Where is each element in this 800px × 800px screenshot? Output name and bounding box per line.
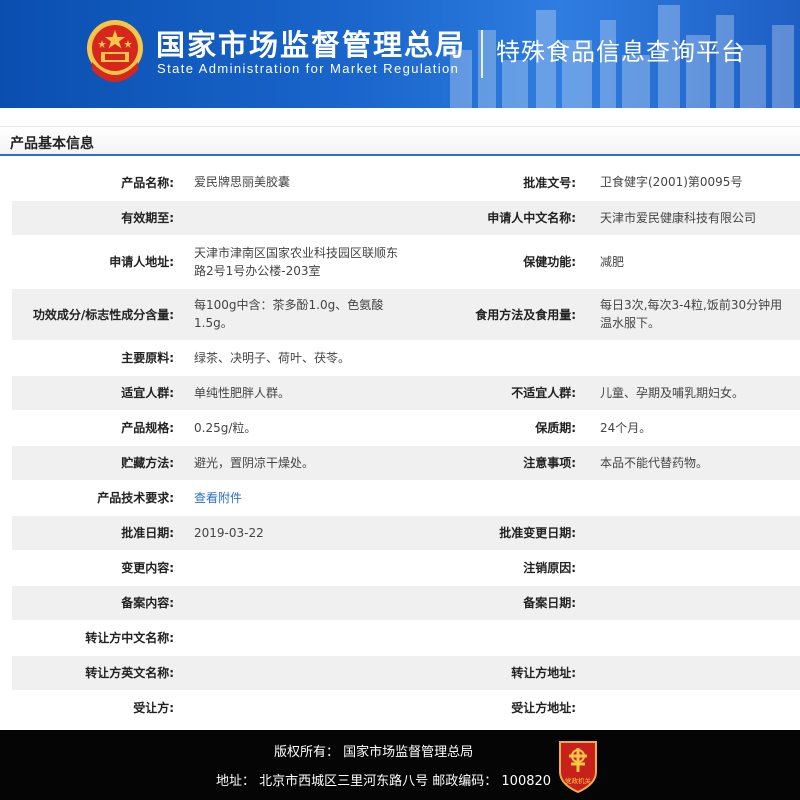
field-label: 受让方: [12,690,182,726]
field-value: 每日3次,每次3-4粒,饭前30分钟用温水服下。 [588,288,800,341]
field-value [182,200,408,236]
agency-title-en: State Administration for Market Regulati… [157,61,460,76]
field-label: 转让方地址: [408,655,588,691]
table-row: 产品技术要求: 查看附件 [12,480,800,516]
field-label: 注意事项: [408,445,588,481]
field-value [182,550,408,586]
field-value [588,550,800,586]
section-header: 产品基本信息 [0,126,800,156]
field-label: 不适宜人群: [408,375,588,411]
field-value: 2019-03-22 [182,515,408,551]
field-label [408,480,588,516]
field-label: 备案内容: [12,585,182,621]
agency-title-cn: 国家市场监督管理总局 [156,28,467,62]
site-footer: 版权所有： 国家市场监督管理总局 地址： 北京市西城区三里河东路八号 邮政编码：… [0,730,800,800]
field-value: 儿童、孕期及哺乳期妇女。 [588,375,800,411]
table-row: 产品名称: 爱民牌思丽美胶囊 批准文号: 卫食健字(2001)第0095号 [12,165,800,201]
field-value: 天津市爱民健康科技有限公司 [588,200,800,236]
table-row: 备案内容: 备案日期: [12,585,800,621]
field-label: 批准文号: [408,165,588,201]
gov-org-badge-icon[interactable]: 党政机关 [556,738,600,794]
table-row: 贮藏方法: 避光，置阴凉干燥处。 注意事项: 本品不能代替药物。 [12,445,800,481]
field-value [588,620,800,656]
field-value: 避光，置阴凉干燥处。 [182,445,408,481]
field-label [408,340,588,376]
field-label: 备案日期: [408,585,588,621]
field-label: 转让方英文名称: [12,655,182,691]
view-attachment-link[interactable]: 查看附件 [194,491,242,505]
field-value: 减肥 [588,235,800,289]
field-label: 有效期至: [12,200,182,236]
field-label: 申请人中文名称: [408,200,588,236]
field-label: 适宜人群: [12,375,182,411]
field-label [408,620,588,656]
table-row: 主要原料: 绿茶、决明子、荷叶、茯苓。 [12,340,800,376]
field-value: 本品不能代替药物。 [588,445,800,481]
table-row: 适宜人群: 单纯性肥胖人群。 不适宜人群: 儿童、孕期及哺乳期妇女。 [12,375,800,411]
field-value: 0.25g/粒。 [182,410,408,446]
header-spacer [0,108,800,126]
table-row: 申请人地址: 天津市津南区国家农业科技园区联顺东路2号1号办公楼-203室 保健… [12,235,800,289]
field-value: 查看附件 [182,480,408,516]
platform-title: 特殊食品信息查询平台 [496,38,746,66]
table-row: 批准日期: 2019-03-22 批准变更日期: [12,515,800,551]
field-value: 绿茶、决明子、荷叶、茯苓。 [182,340,408,376]
field-label: 产品名称: [12,165,182,201]
field-label: 食用方法及食用量: [408,288,588,341]
field-value [588,690,800,726]
field-label: 贮藏方法: [12,445,182,481]
field-value: 卫食健字(2001)第0095号 [588,165,800,201]
table-row: 变更内容: 注销原因: [12,550,800,586]
table-row: 转让方中文名称: [12,620,800,656]
product-info-table: 产品名称: 爱民牌思丽美胶囊 批准文号: 卫食健字(2001)第0095号 有效… [12,165,800,726]
field-value: 24个月。 [588,410,800,446]
badge-label: 党政机关 [565,776,592,785]
field-label: 主要原料: [12,340,182,376]
footer-copyright: 版权所有： 国家市场监督管理总局 [274,745,474,760]
field-value: 单纯性肥胖人群。 [182,375,408,411]
table-row: 受让方: 受让方地址: [12,690,800,726]
field-value [588,340,800,376]
table-row: 功效成分/标志性成分含量: 每100g中含：茶多酚1.0g、色氨酸1.5g。 食… [12,288,800,341]
table-row: 转让方英文名称: 转让方地址: [12,655,800,691]
table-row: 产品规格: 0.25g/粒。 保质期: 24个月。 [12,410,800,446]
field-label: 产品规格: [12,410,182,446]
field-value: 天津市津南区国家农业科技园区联顺东路2号1号办公楼-203室 [182,235,408,289]
field-label: 批准变更日期: [408,515,588,551]
site-header: 国家市场监督管理总局 State Administration for Mark… [0,0,800,108]
field-label: 产品技术要求: [12,480,182,516]
field-value [588,655,800,691]
field-value [182,690,408,726]
field-label: 功效成分/标志性成分含量: [12,288,182,341]
field-value [588,480,800,516]
field-value: 爱民牌思丽美胶囊 [182,165,408,201]
field-label: 申请人地址: [12,235,182,289]
field-value [588,515,800,551]
field-value [588,585,800,621]
field-label: 注销原因: [408,550,588,586]
field-label: 变更内容: [12,550,182,586]
field-label: 批准日期: [12,515,182,551]
national-emblem-icon [87,20,143,82]
field-value [182,620,408,656]
field-label: 受让方地址: [408,690,588,726]
field-label: 转让方中文名称: [12,620,182,656]
table-row: 有效期至: 申请人中文名称: 天津市爱民健康科技有限公司 [12,200,800,236]
field-value [182,585,408,621]
header-divider [481,30,483,78]
footer-address: 地址： 北京市西城区三里河东路八号 邮政编码： 100820 [216,774,552,789]
field-value: 每100g中含：茶多酚1.0g、色氨酸1.5g。 [182,288,408,341]
field-value [182,655,408,691]
section-title: 产品基本信息 [10,136,94,152]
field-label: 保健功能: [408,235,588,289]
field-label: 保质期: [408,410,588,446]
